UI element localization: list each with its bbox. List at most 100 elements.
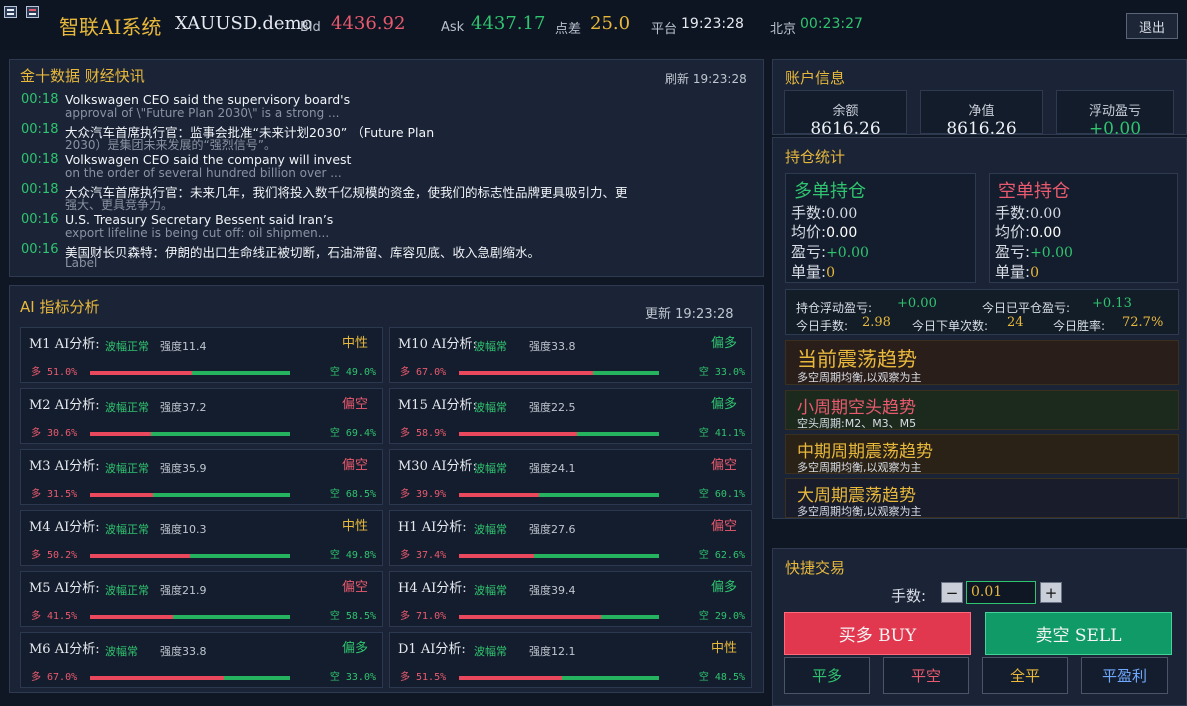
ai-card-timeframe: M6 AI分析: <box>29 642 100 657</box>
ai-card-short-pct: 空 60.1% <box>698 489 745 500</box>
ai-card-long-fill <box>90 676 224 680</box>
ai-card: M5 AI分析: 波幅正常 强度21.9 偏空多 41.5% 空 58.5% <box>20 571 383 627</box>
ai-card-strength: 强度33.8 <box>529 340 576 353</box>
ai-card-strength: 强度10.3 <box>160 523 207 536</box>
chart-toggle-icon[interactable] <box>26 6 39 18</box>
ai-card-strength: 强度37.2 <box>160 401 207 414</box>
news-summary: Label <box>65 256 98 270</box>
ai-card-strength: 强度11.4 <box>160 340 207 353</box>
ask-label: Ask <box>441 20 465 35</box>
trade-lots-label: 手数: <box>891 587 927 605</box>
ai-card-long-fill <box>90 493 153 497</box>
ai-card-direction: 偏多 <box>710 580 737 595</box>
ai-card-ratio-bar <box>459 676 659 680</box>
ai-card-direction: 偏空 <box>710 519 737 534</box>
news-time: 00:16 <box>21 242 59 257</box>
bid-price: 4436.92 <box>331 13 406 34</box>
ai-card-ratio-bar <box>90 493 290 497</box>
float-pnl-label: 浮动盈亏 <box>1088 104 1141 119</box>
ai-card: H4 AI分析: 波幅常 强度39.4 偏多多 71.0% 空 29.0% <box>389 571 752 627</box>
ai-card-short-pct: 空 29.0% <box>698 611 745 622</box>
ai-card-short-pct: 空 49.8% <box>329 550 376 561</box>
ai-card-direction: 偏空 <box>341 580 368 595</box>
close-long-button[interactable]: 平多 <box>784 657 870 694</box>
lots-input[interactable]: 0.01 <box>966 581 1036 604</box>
trend-mid-sub: 多空周期均衡,以观察为主 <box>797 461 922 474</box>
ai-card-strength: 强度27.6 <box>529 523 576 536</box>
balance-box: 余额 8616.26 <box>784 90 907 139</box>
ai-card-direction: 偏多 <box>341 641 368 656</box>
logout-button[interactable]: 退出 <box>1126 13 1178 39</box>
ai-card-ratio-bar <box>459 371 659 375</box>
ai-card-short-pct: 空 62.6% <box>698 550 745 561</box>
trend-current-title: 当前震荡趋势 <box>797 347 917 371</box>
ai-card-long-pct: 多 50.2% <box>31 550 78 561</box>
ai-card-long-pct: 多 31.5% <box>31 489 78 500</box>
today-orders-label: 今日下单次数: <box>912 319 989 333</box>
buy-button[interactable]: 买多 BUY <box>784 612 971 655</box>
ai-card-long-pct: 多 37.4% <box>400 550 447 561</box>
news-summary: export lifeline is being cut off: oil sh… <box>65 226 330 240</box>
today-lots-label: 今日手数: <box>796 319 849 333</box>
platform-label: 平台 <box>651 22 678 37</box>
ai-card-short-pct: 空 33.0% <box>698 367 745 378</box>
lots-increase-button[interactable]: + <box>1040 582 1062 603</box>
trend-short-sub: 空头周期:M2、M3、M5 <box>797 417 917 430</box>
ai-card-ratio-bar <box>90 371 290 375</box>
float-pnl-value: +0.00 <box>1088 119 1142 139</box>
close-all-button[interactable]: 全平 <box>982 657 1068 694</box>
closed-pnl-label: 今日已平仓盈亏: <box>982 301 1071 315</box>
ai-card-ratio-bar <box>90 554 290 558</box>
short-count-label: 单量: <box>995 263 1031 281</box>
balance-label: 余额 <box>832 104 859 119</box>
ai-card-direction: 中性 <box>341 519 368 534</box>
news-panel: 金十数据 财经快讯 刷新 19:23:28 00:18 Volkswagen CE… <box>9 59 764 277</box>
ai-card-timeframe: M15 AI分析: <box>398 398 477 413</box>
ai-card-volatility: 波幅常 <box>105 645 138 658</box>
daily-stats-box: 持仓浮动盈亏: +0.00 今日已平仓盈亏: +0.13 今日手数: 2.98 … <box>785 289 1179 335</box>
app-title: 智联AI系统 <box>59 15 162 39</box>
today-orders: 24 <box>1007 315 1024 330</box>
ai-card-strength: 强度33.8 <box>160 645 207 658</box>
short-title: 空单持仓 <box>998 181 1070 202</box>
ai-card-long-fill <box>459 554 534 558</box>
ai-card-direction: 偏多 <box>710 397 737 412</box>
news-headline: U.S. Treasury Secretary Bessent said Ira… <box>65 212 334 227</box>
ai-card-long-pct: 多 71.0% <box>400 611 447 622</box>
news-summary: 2030）是集团未来发展的“强烈信号”。 <box>65 138 276 152</box>
ai-card-volatility: 波幅常 <box>474 523 507 536</box>
news-summary: 强大、更具竞争力。 <box>65 198 174 212</box>
top-bar: 智联AI系统 XAUUSD.demo Bid 4436.92 Ask 4437.… <box>0 0 1187 50</box>
ai-card-short-pct: 空 68.5% <box>329 489 376 500</box>
ai-card-long-pct: 多 51.5% <box>400 672 447 683</box>
news-summary: on the order of several hundred billion … <box>65 166 342 180</box>
news-refresh-time[interactable]: 刷新 19:23:28 <box>665 70 747 87</box>
account-title: 账户信息 <box>785 69 846 87</box>
platform-time: 19:23:28 <box>681 16 744 32</box>
ai-card-timeframe: M1 AI分析: <box>29 337 100 352</box>
sell-button[interactable]: 卖空 SELL <box>985 612 1172 655</box>
winrate: 72.7% <box>1122 315 1164 330</box>
close-profit-button[interactable]: 平盈利 <box>1081 657 1168 694</box>
short-count: 0 <box>1030 265 1039 281</box>
ai-card-timeframe: M10 AI分析: <box>398 337 477 352</box>
ai-card-timeframe: M30 AI分析: <box>398 459 477 474</box>
ai-card: M15 AI分析: 波幅常 强度22.5 偏多多 58.9% 空 41.1% <box>389 388 752 444</box>
equity-box: 净值 8616.26 <box>920 90 1043 139</box>
ai-card: M2 AI分析: 波幅正常 强度37.2 偏空多 30.6% 空 69.4% <box>20 388 383 444</box>
ai-card-direction: 中性 <box>341 336 368 351</box>
trend-current: 当前震荡趋势 多空周期均衡,以观察为主 <box>785 340 1179 385</box>
trend-mid-term: 中期周期震荡趋势 多空周期均衡,以观察为主 <box>785 434 1179 474</box>
close-short-button[interactable]: 平空 <box>883 657 969 694</box>
long-count-label: 单量: <box>791 263 827 281</box>
ai-card-short-pct: 空 49.0% <box>329 367 376 378</box>
news-title: 金十数据 财经快讯 <box>20 67 145 85</box>
ai-card-ratio-bar <box>459 493 659 497</box>
menu-icon[interactable] <box>4 6 17 18</box>
long-avg-label: 均价: <box>791 223 827 241</box>
lots-decrease-button[interactable]: − <box>941 582 963 603</box>
trend-short-term: 小周期空头趋势 空头周期:M2、M3、M5 <box>785 390 1179 430</box>
ai-card-ratio-bar <box>459 615 659 619</box>
ai-card-long-fill <box>459 371 593 375</box>
ai-card-short-pct: 空 58.5% <box>329 611 376 622</box>
